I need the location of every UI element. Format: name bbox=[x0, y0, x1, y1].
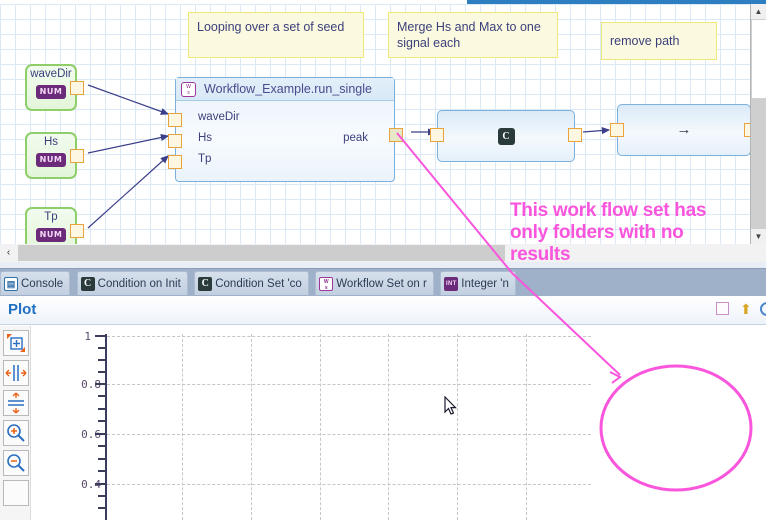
tab-label: Integer 'n bbox=[461, 278, 509, 290]
grid-line-horizontal bbox=[107, 484, 591, 485]
grid-line-vertical bbox=[251, 334, 252, 520]
scroll-left-arrow[interactable]: ‹ bbox=[0, 244, 17, 262]
y-tick-minor bbox=[98, 507, 106, 509]
zoom-in-tool[interactable] bbox=[3, 420, 29, 446]
y-axis-line bbox=[105, 334, 107, 520]
y-tick-minor bbox=[98, 458, 106, 460]
y-tick-minor bbox=[98, 395, 106, 397]
tab-workflow-set[interactable]: Ws Workflow Set on r bbox=[315, 271, 434, 295]
transform-node-input-port[interactable] bbox=[610, 123, 624, 137]
sticky-note[interactable]: Looping over a set of seed bbox=[188, 12, 364, 58]
arrow-right-icon: → bbox=[677, 123, 692, 137]
tab-label: Workflow Set on r bbox=[336, 278, 427, 290]
grid-line-vertical bbox=[182, 334, 183, 520]
grid-line-horizontal bbox=[107, 434, 591, 435]
y-tick-minor bbox=[98, 470, 106, 472]
tab-label: Condition Set 'co bbox=[215, 278, 302, 290]
restore-icon bbox=[716, 302, 729, 315]
input-port-hs[interactable] bbox=[168, 134, 182, 148]
grid-line-vertical bbox=[320, 334, 321, 520]
condition-icon: C bbox=[81, 277, 95, 291]
annotation-text: This work flow set has only folders with… bbox=[510, 200, 760, 266]
workflow-node-header: Ws Workflow_Example.run_single bbox=[176, 78, 394, 101]
workflow-node-body: waveDir Hs Tp peak bbox=[176, 101, 394, 183]
bottom-view-tabbar[interactable]: ▤ Console C Condition on Init C Conditio… bbox=[0, 268, 766, 297]
value-node-label: waveDir bbox=[27, 68, 75, 81]
workflow-icon: Ws bbox=[319, 277, 333, 291]
scroll-thumb[interactable] bbox=[751, 19, 766, 99]
console-icon: ▤ bbox=[4, 277, 18, 291]
value-node-label: Tp bbox=[27, 211, 75, 224]
tab-integer[interactable]: INT Integer 'n bbox=[440, 271, 516, 295]
circle-icon bbox=[760, 302, 766, 316]
y-axis-tick-label: 1 bbox=[84, 330, 91, 343]
output-label-peak: peak bbox=[343, 132, 368, 144]
condition-icon: C bbox=[198, 277, 212, 291]
zoom-fit-tool[interactable] bbox=[3, 330, 29, 356]
restore-button[interactable] bbox=[716, 302, 732, 318]
tab-condition-set[interactable]: C Condition Set 'co bbox=[194, 271, 309, 295]
y-tick-minor bbox=[98, 371, 106, 373]
condition-node[interactable]: C bbox=[437, 110, 575, 162]
scroll-up-arrow[interactable]: ▲ bbox=[751, 4, 766, 19]
input-port-wavedir[interactable] bbox=[168, 113, 182, 127]
condition-node-input-port[interactable] bbox=[430, 128, 444, 142]
tab-label: Console bbox=[21, 278, 63, 290]
zoom-horizontal-tool[interactable] bbox=[3, 360, 29, 386]
plot-titlebar: Plot ⬆ bbox=[0, 296, 766, 325]
grid-line-vertical bbox=[526, 334, 527, 520]
transform-node[interactable]: → bbox=[617, 104, 751, 156]
y-tick-minor bbox=[98, 445, 106, 447]
y-tick-major bbox=[95, 335, 106, 337]
tab-label: Condition on Init bbox=[98, 278, 181, 290]
num-type-badge: NUM bbox=[36, 153, 67, 167]
y-tick-major bbox=[95, 383, 106, 385]
output-port-peak[interactable] bbox=[389, 128, 403, 142]
input-label-hs: Hs bbox=[198, 132, 212, 144]
workflow-icon: Ws bbox=[181, 82, 196, 97]
input-label-tp: Tp bbox=[198, 153, 211, 165]
maximize-button[interactable]: ⬆ bbox=[740, 302, 756, 318]
value-node-label: Hs bbox=[27, 136, 75, 149]
scroll-thumb[interactable] bbox=[18, 245, 505, 261]
mouse-cursor bbox=[444, 396, 458, 421]
grid-line-horizontal bbox=[107, 384, 591, 385]
help-button[interactable] bbox=[760, 302, 766, 318]
workflow-node-title: Workflow_Example.run_single bbox=[196, 82, 394, 96]
page-title: Plot bbox=[8, 301, 36, 318]
plot-canvas[interactable]: 1 0.8 0.6 0.4 bbox=[31, 326, 591, 520]
input-label-wavedir: waveDir bbox=[198, 111, 240, 123]
y-tick-minor bbox=[98, 420, 106, 422]
workflow-node[interactable]: Ws Workflow_Example.run_single waveDir H… bbox=[175, 77, 395, 182]
pin-icon: ⬆ bbox=[740, 302, 756, 317]
zoom-out-tool[interactable] bbox=[3, 450, 29, 476]
output-port[interactable] bbox=[70, 149, 84, 163]
application-window: Looping over a set of seed Merge Hs and … bbox=[0, 0, 766, 520]
zoom-vertical-tool[interactable] bbox=[3, 390, 29, 416]
y-tick-major bbox=[95, 483, 106, 485]
y-tick-minor bbox=[98, 408, 106, 410]
grid-line-vertical bbox=[388, 334, 389, 520]
condition-icon: C bbox=[498, 128, 515, 145]
grid-line-horizontal bbox=[107, 336, 591, 337]
condition-node-output-port[interactable] bbox=[568, 128, 582, 142]
plot-tool-strip[interactable] bbox=[0, 326, 31, 520]
plot-view: Plot ⬆ bbox=[0, 296, 766, 520]
y-tick-minor bbox=[98, 347, 106, 349]
sticky-note[interactable]: Merge Hs and Max to one signal each bbox=[388, 12, 558, 58]
output-port[interactable] bbox=[70, 81, 84, 95]
input-port-tp[interactable] bbox=[168, 155, 182, 169]
num-type-badge: NUM bbox=[36, 85, 67, 99]
y-tick-minor bbox=[98, 359, 106, 361]
grid-line-vertical bbox=[457, 334, 458, 520]
tab-console[interactable]: ▤ Console bbox=[0, 271, 70, 295]
y-tick-major bbox=[95, 433, 106, 435]
sticky-note[interactable]: remove path bbox=[601, 22, 717, 60]
output-port[interactable] bbox=[70, 224, 84, 238]
extra-tool[interactable] bbox=[3, 480, 29, 506]
y-tick-minor bbox=[98, 495, 106, 497]
tab-condition-on-init[interactable]: C Condition on Init bbox=[77, 271, 188, 295]
num-type-badge: NUM bbox=[36, 228, 67, 242]
integer-icon: INT bbox=[444, 277, 458, 291]
